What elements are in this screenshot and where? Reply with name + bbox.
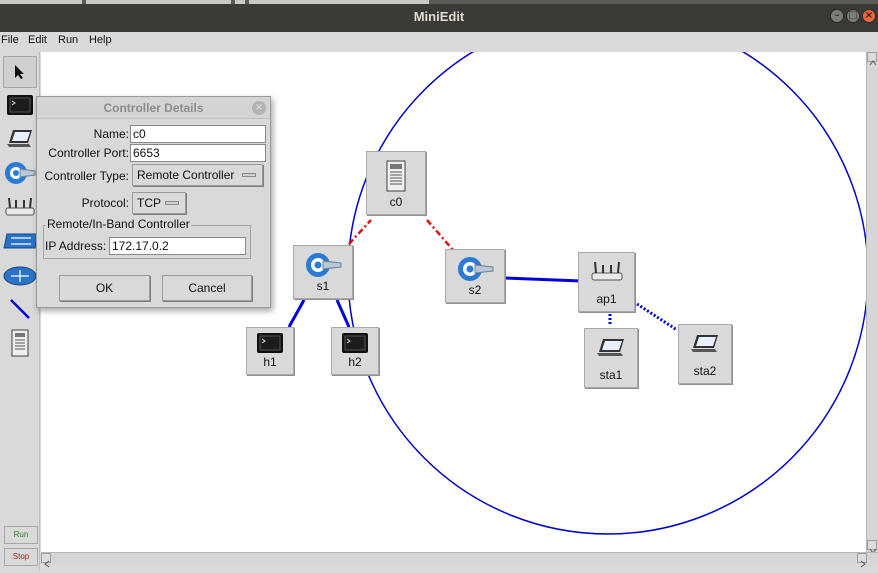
minimize-button[interactable]: – <box>830 9 844 23</box>
node-label: s2 <box>468 283 482 297</box>
node-label: h2 <box>348 355 362 369</box>
ok-button[interactable]: OK <box>59 275 150 301</box>
option-menu-indicator-icon <box>242 173 256 177</box>
menu-run[interactable]: Run <box>58 34 78 46</box>
station-icon <box>7 130 32 147</box>
protocol-select[interactable]: TCP <box>132 192 186 214</box>
option-menu-indicator-icon <box>165 201 179 205</box>
link-s1-h2[interactable] <box>335 299 351 328</box>
menu-help[interactable]: Help <box>89 34 112 46</box>
switch-tool[interactable] <box>3 157 37 189</box>
protocol-label: Protocol: <box>81 196 129 210</box>
scroll-up-arrow[interactable] <box>867 52 877 66</box>
node-s1[interactable]: s1 <box>293 245 353 299</box>
node-sta1[interactable]: sta1 <box>584 328 638 388</box>
menu-file[interactable]: File <box>1 34 19 46</box>
ip-address-label: IP Address: <box>45 239 107 253</box>
node-sta2[interactable]: sta2 <box>678 324 732 384</box>
node-label: h1 <box>263 355 277 369</box>
host-icon <box>7 95 33 115</box>
node-h1[interactable]: h1 <box>246 327 294 375</box>
scroll-down-arrow[interactable] <box>867 540 877 554</box>
legacy-router-icon <box>3 266 37 286</box>
maximize-button[interactable]: □ <box>846 9 860 23</box>
title-bar: MiniEdit – □ × <box>0 0 878 32</box>
dialog-close-button[interactable]: × <box>252 101 266 115</box>
switch-icon <box>306 253 342 277</box>
select-tool[interactable] <box>3 56 37 88</box>
controller-tool[interactable] <box>3 327 37 359</box>
node-c0[interactable]: c0 <box>366 151 426 215</box>
link-s2-ap1[interactable] <box>504 276 582 283</box>
station-icon <box>691 335 718 352</box>
scroll-left-arrow[interactable] <box>41 553 51 568</box>
name-label: Name: <box>93 127 129 141</box>
node-label: c0 <box>389 195 403 209</box>
controller-link-s2[interactable] <box>426 219 454 251</box>
host-tool[interactable] <box>3 89 37 121</box>
link-s1-h1[interactable] <box>287 299 306 328</box>
port-label: Controller Port: <box>48 146 129 160</box>
controller-type-value: Remote Controller <box>137 168 235 182</box>
controller-type-label: Controller Type: <box>44 169 130 183</box>
node-ap1[interactable]: ap1 <box>578 252 635 312</box>
legacy-switch-tool[interactable] <box>3 225 37 257</box>
node-label: sta2 <box>693 364 717 378</box>
switch-icon <box>458 257 494 281</box>
node-label: ap1 <box>596 292 617 306</box>
cursor-icon <box>15 65 24 79</box>
node-h2[interactable]: h2 <box>331 327 379 375</box>
node-label: s1 <box>316 279 330 293</box>
station-icon <box>597 339 624 356</box>
link-tool[interactable] <box>3 293 37 325</box>
link-icon <box>10 299 30 319</box>
controller-type-select[interactable]: Remote Controller <box>132 164 263 186</box>
node-label: sta1 <box>599 368 623 382</box>
node-s2[interactable]: s2 <box>445 249 505 303</box>
chevron-up-icon <box>869 60 877 66</box>
vertical-scrollbar[interactable] <box>866 52 878 554</box>
run-button[interactable]: Run <box>4 526 38 544</box>
protocol-value: TCP <box>137 196 161 210</box>
access-point-icon <box>591 261 622 281</box>
legacy-switch-icon <box>3 233 37 249</box>
controller-icon <box>11 329 29 357</box>
window-title: MiniEdit <box>413 9 465 24</box>
controller-details-dialog: Controller Details × Name: c0 Controller… <box>36 96 271 308</box>
access-point-tool[interactable] <box>3 191 37 223</box>
menu-bar: File Edit Run Help <box>0 32 878 52</box>
group-label: Remote/In-Band Controller <box>46 217 191 231</box>
station-tool[interactable] <box>3 123 37 155</box>
name-field[interactable]: c0 <box>130 125 266 143</box>
legacy-router-tool[interactable] <box>3 259 37 291</box>
switch-icon <box>5 162 36 184</box>
menu-edit[interactable]: Edit <box>28 34 47 46</box>
stop-button[interactable]: Stop <box>4 548 38 566</box>
chevron-right-icon <box>860 560 866 568</box>
top-strip <box>0 0 878 4</box>
dialog-title: Controller Details <box>37 97 270 119</box>
controller-icon <box>386 160 406 192</box>
horizontal-scrollbar[interactable] <box>41 552 878 568</box>
chevron-left-icon <box>44 560 50 568</box>
wireless-link-sta2[interactable] <box>636 302 678 332</box>
scroll-right-arrow[interactable] <box>857 553 867 568</box>
close-button[interactable]: × <box>862 9 876 23</box>
access-point-icon <box>5 197 35 216</box>
ip-address-field[interactable]: 172.17.0.2 <box>109 237 246 255</box>
cancel-button[interactable]: Cancel <box>162 275 252 301</box>
host-icon <box>257 333 283 353</box>
port-field[interactable]: 6653 <box>130 144 266 162</box>
host-icon <box>342 333 368 353</box>
toolbar: Run Stop <box>0 52 40 570</box>
